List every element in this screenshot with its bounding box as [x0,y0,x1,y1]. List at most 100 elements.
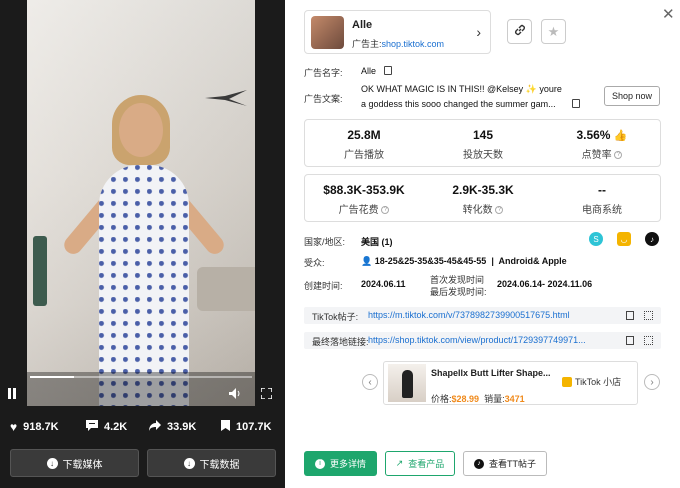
metric-label: 广告播放 [344,150,384,161]
view-tt-post-button[interactable]: ♪ 查看TT帖子 [463,451,547,476]
created-label: 创建时间: [304,281,343,291]
metrics-panel-secondary: $88.3K-353.9K 广告花费 ? 2.9K-35.3K 转化数 ? --… [304,174,661,222]
view-tt-post-label: 查看TT帖子 [489,459,536,469]
view-product-button[interactable]: ↗ 查看产品 [385,451,455,476]
fullscreen-icon[interactable] [260,387,273,401]
advertiser-card[interactable]: Alle 广告主:shop.tiktok.com › [304,10,491,54]
sales-label: 销量: [484,394,505,404]
shares-stat: 33.9K [149,420,196,434]
region-value: 美国 (1) [361,237,393,247]
metric-label: 转化数 [462,205,493,216]
qr-code-icon[interactable] [644,336,653,345]
landing-page-link[interactable]: https://shop.tiktok.com/view/product/172… [368,335,618,345]
advertiser-link[interactable]: shop.tiktok.com [382,39,445,49]
metric-days-running: 145 投放天数 [424,128,542,161]
video-stats-bar: ♥ 918.7K 4.2K 33.9K 107.7K [0,420,285,442]
metric-label: 电商系统 [582,205,622,216]
chevron-right-icon: › [650,376,654,388]
metric-value: 25.8M [347,128,381,142]
saves-count: 107.7K [236,421,272,433]
metric-ad-plays: 25.8M 广告播放 [305,128,423,161]
video-progress-bar[interactable] [30,376,252,378]
metric-value: 145 [472,128,494,142]
advertiser-label: 广告主: [352,39,382,49]
comments-count: 4.2K [104,421,128,433]
more-details-button[interactable]: i 更多详情 [304,451,377,476]
metric-value: 3.56% [576,128,611,142]
help-icon[interactable]: ? [495,206,504,215]
metric-like-rate: 3.56% 👍 点赞率 ? [543,128,661,161]
carousel-prev-button[interactable]: ‹ [362,374,378,390]
ad-name-value: Alle [361,66,377,76]
pause-icon[interactable] [7,388,17,401]
metric-value: -- [598,183,606,197]
audience-ages: 18-25&25-35&35-45&45-55 [374,256,487,266]
background-object [33,236,47,306]
help-icon[interactable]: ? [614,151,623,160]
shopify-icon: S [589,232,603,246]
view-product-label: 查看产品 [408,459,445,469]
download-icon: ↓ [46,457,58,469]
advertiser-subtitle: 广告主:shop.tiktok.com [352,37,444,50]
qr-code-icon[interactable] [644,311,653,320]
chevron-right-icon: › [476,24,481,40]
heart-icon: ♥ [10,420,18,434]
created-value: 2024.06.11 [361,279,406,289]
tiktok-post-link[interactable]: https://m.tiktok.com/v/73789827399005176… [368,310,618,320]
shop-name: TikTok 小店 [575,377,622,387]
carousel-next-button[interactable]: › [644,374,660,390]
download-media-label: 下载媒体 [62,459,103,471]
link-icon [514,24,526,39]
comments-stat: 4.2K [86,420,127,434]
user-icon: 👤 [361,256,373,266]
metric-label: 点赞率 [581,150,612,161]
audience-label: 受众: [304,258,325,268]
volume-icon[interactable] [229,388,241,401]
advertiser-avatar [311,16,344,49]
product-card[interactable]: Shapellx Butt Lifter Shape... TikTok 小店 … [383,361,638,405]
landing-page-row: 最终落地链接: https://shop.tiktok.com/view/pro… [304,332,661,349]
copy-icon[interactable] [626,311,634,320]
close-icon[interactable]: ✕ [662,5,675,23]
metric-value: $88.3K-353.9K [323,183,405,197]
copy-icon[interactable] [572,99,580,108]
download-data-button[interactable]: ↓ 下载数据 [147,449,276,477]
share-arrow-icon [149,420,161,434]
download-icon: ↓ [183,457,195,469]
help-icon[interactable]: ? [381,206,390,215]
product-image [388,364,426,402]
chevron-left-icon: ‹ [368,376,372,388]
price-label: 价格: [431,394,452,404]
sales-value: 3471 [504,394,525,404]
seen-range-value: 2024.06.14- 2024.11.06 [497,279,593,289]
divider: | [488,256,497,266]
comment-icon [86,420,98,434]
copy-icon[interactable] [384,66,392,75]
external-link-icon: ↗ [395,458,404,468]
ad-copy-line2: a goddess this sooo changed the summer g… [361,99,556,109]
ad-copy-line1: OK WHAT MAGIC IS IN THIS!! @Kelsey ✨ you… [361,84,562,94]
tiktok-post-label: TikTok帖子: [312,312,359,322]
shop-now-button[interactable]: Shop now [604,86,660,106]
likes-count: 918.7K [23,421,59,433]
star-icon: ★ [547,23,560,39]
shop-icon: ◡ [617,232,631,246]
ad-copy-label: 广告文案: [304,94,343,104]
product-title: Shapellx Butt Lifter Shape... [431,368,551,378]
landing-page-label: 最终落地链接: [312,337,369,347]
info-icon: i [314,458,325,469]
metric-label: 投放天数 [463,150,503,161]
tiktok-icon: ♪ [474,458,484,469]
shop-badge: TikTok 小店 [562,375,621,388]
download-data-label: 下载数据 [199,459,240,471]
copy-icon[interactable] [626,336,634,345]
region-label: 国家/地区: [304,237,346,247]
download-media-button[interactable]: ↓ 下载媒体 [10,449,139,477]
video-player[interactable] [27,0,255,406]
link-button[interactable] [507,19,532,44]
favorite-button[interactable]: ★ [541,19,566,44]
ceiling-fan-image [205,90,247,106]
bookmark-icon [221,420,230,434]
metric-ad-spend: $88.3K-353.9K 广告花费 ? [305,183,423,216]
likes-stat: ♥ 918.7K [10,420,59,434]
